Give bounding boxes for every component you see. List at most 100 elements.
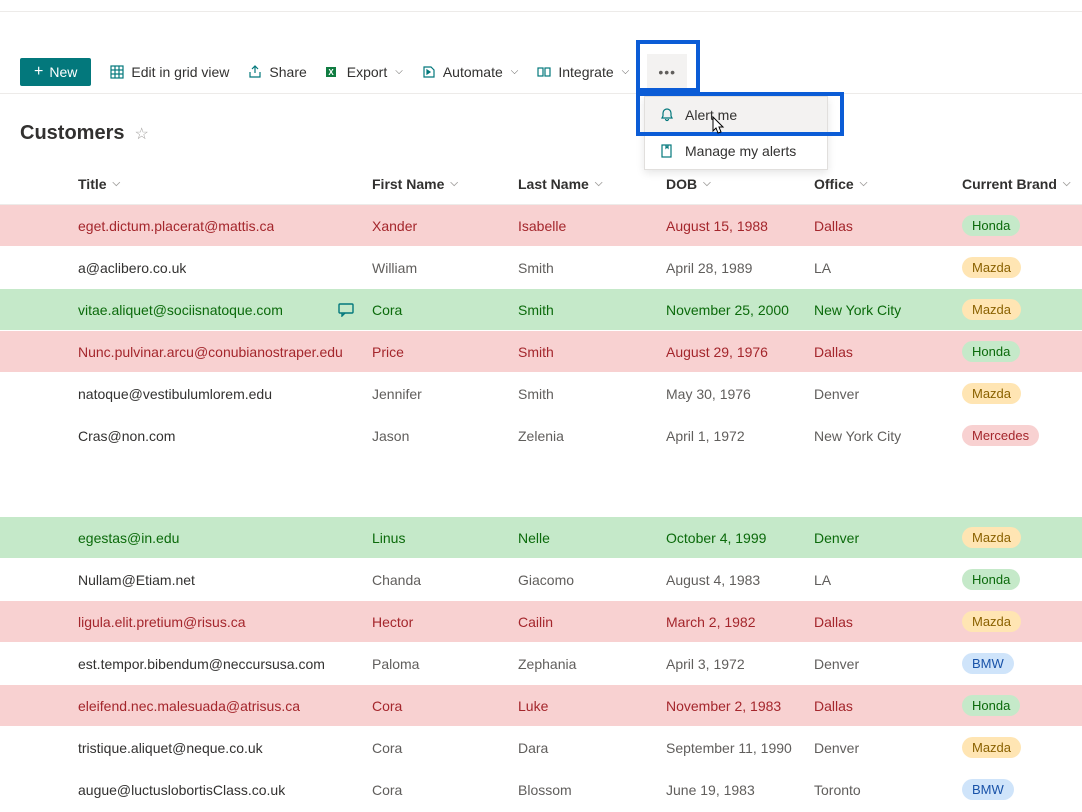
table-row[interactable]: est.tempor.bibendum@neccursusa.com Paloma… <box>0 643 1082 685</box>
cell-brand: Honda <box>962 341 1082 362</box>
export-button[interactable]: X Export ⌵ <box>325 64 403 80</box>
more-actions-dropdown: Alert me Manage my alerts <box>644 96 828 170</box>
table-row[interactable]: natoque@vestibulumlorem.eduJenniferSmith… <box>0 373 1082 415</box>
favorite-star-icon[interactable]: ☆ <box>134 124 148 144</box>
table-header: Title⌵ First Name⌵ Last Name⌵ DOB⌵ Offic… <box>0 163 1082 205</box>
cell-title[interactable]: egestas@in.edu <box>78 530 179 546</box>
col-dob[interactable]: DOB⌵ <box>666 176 814 192</box>
brand-pill: Mazda <box>962 383 1021 404</box>
cell-title[interactable]: augue@luctuslobortisClass.co.uk <box>78 782 285 798</box>
cell-brand: Honda <box>962 695 1082 716</box>
col-first-name[interactable]: First Name⌵ <box>372 176 518 192</box>
share-label: Share <box>269 64 306 80</box>
manage-alerts-item[interactable]: Manage my alerts <box>645 133 827 169</box>
col-last-name[interactable]: Last Name⌵ <box>518 176 666 192</box>
table-row[interactable]: eget.dictum.placerat@mattis.caXanderIsab… <box>0 205 1082 247</box>
cell-first: Cora <box>372 698 518 714</box>
new-button[interactable]: + New <box>20 58 91 86</box>
automate-button[interactable]: Automate ⌵ <box>421 64 519 80</box>
brand-pill: Mazda <box>962 737 1021 758</box>
chevron-down-icon: ⌵ <box>703 178 711 189</box>
edit-grid-button[interactable]: Edit in grid view <box>109 64 229 80</box>
table-row[interactable]: a@aclibero.co.ukWilliamSmithApril 28, 19… <box>0 247 1082 289</box>
cell-last: Zephania <box>518 656 666 672</box>
cell-brand: Mazda <box>962 611 1082 632</box>
chevron-down-icon: ⌵ <box>860 178 868 189</box>
col-title[interactable]: Title⌵ <box>78 176 372 192</box>
cell-dob: April 28, 1989 <box>666 260 814 276</box>
command-bar: + New Edit in grid view Share X Export ⌵… <box>0 50 1082 94</box>
brand-pill: Mercedes <box>962 425 1039 446</box>
cell-title[interactable]: Cras@non.com <box>78 428 175 444</box>
integrate-button[interactable]: Integrate ⌵ <box>536 64 629 80</box>
cell-office: Denver <box>814 530 962 546</box>
table-row[interactable]: eleifend.nec.malesuada@atrisus.ca CoraLuk… <box>0 685 1082 727</box>
cell-first: Hector <box>372 614 518 630</box>
table-gap <box>0 457 1082 517</box>
cell-title[interactable]: tristique.aliquet@neque.co.uk <box>78 740 263 756</box>
cell-title[interactable]: ligula.elit.pretium@risus.ca <box>78 614 246 630</box>
cell-dob: April 3, 1972 <box>666 656 814 672</box>
cell-title[interactable]: eleifend.nec.malesuada@atrisus.ca <box>78 698 300 714</box>
cell-office: Denver <box>814 386 962 402</box>
cell-first: Jason <box>372 428 518 444</box>
cell-brand: Mazda <box>962 527 1082 548</box>
integrate-icon <box>536 64 552 80</box>
cell-last: Smith <box>518 344 666 360</box>
cell-title[interactable]: eget.dictum.placerat@mattis.ca <box>78 218 274 234</box>
cell-last: Dara <box>518 740 666 756</box>
page-header: Customers ☆ <box>0 94 1082 163</box>
cell-last: Nelle <box>518 530 666 546</box>
cell-title[interactable]: a@aclibero.co.uk <box>78 260 186 276</box>
cell-first: Paloma <box>372 656 518 672</box>
cell-office: Dallas <box>814 698 962 714</box>
cell-office: New York City <box>814 428 962 444</box>
col-office[interactable]: Office⌵ <box>814 176 962 192</box>
table-row[interactable]: Nunc.pulvinar.arcu@conubianostraper.eduP… <box>0 331 1082 373</box>
table-row[interactable]: Cras@non.com JasonZeleniaApril 1, 1972New… <box>0 415 1082 457</box>
cell-dob: April 1, 1972 <box>666 428 814 444</box>
cell-last: Zelenia <box>518 428 666 444</box>
cell-title[interactable]: Nunc.pulvinar.arcu@conubianostraper.edu <box>78 344 343 360</box>
more-actions-button[interactable]: ••• <box>647 54 687 90</box>
cell-dob: August 15, 1988 <box>666 218 814 234</box>
export-label: Export <box>347 64 387 80</box>
brand-pill: Mazda <box>962 257 1021 278</box>
cell-dob: May 30, 1976 <box>666 386 814 402</box>
cell-title[interactable]: Nullam@Etiam.net <box>78 572 195 588</box>
cell-last: Cailin <box>518 614 666 630</box>
excel-icon: X <box>325 64 341 80</box>
cell-last: Luke <box>518 698 666 714</box>
table-row[interactable]: tristique.aliquet@neque.co.ukCoraDaraSep… <box>0 727 1082 769</box>
col-brand[interactable]: Current Brand⌵ <box>962 176 1082 192</box>
table-row[interactable]: ligula.elit.pretium@risus.ca HectorCailin… <box>0 601 1082 643</box>
table-row[interactable]: Nullam@Etiam.netChandaGiacomoAugust 4, 1… <box>0 559 1082 601</box>
edit-grid-label: Edit in grid view <box>131 64 229 80</box>
cell-brand: BMW <box>962 653 1082 674</box>
chevron-down-icon: ⌵ <box>622 66 630 77</box>
share-button[interactable]: Share <box>247 64 306 80</box>
cell-dob: June 19, 1983 <box>666 782 814 798</box>
cell-office: Denver <box>814 740 962 756</box>
cell-title[interactable]: vitae.aliquet@sociisnatoque.com <box>78 302 283 318</box>
cell-dob: October 4, 1999 <box>666 530 814 546</box>
ellipsis-icon: ••• <box>658 64 676 80</box>
brand-pill: Mazda <box>962 527 1021 548</box>
cell-title[interactable]: est.tempor.bibendum@neccursusa.com <box>78 656 325 672</box>
cell-brand: Mazda <box>962 737 1082 758</box>
brand-pill: Mazda <box>962 299 1021 320</box>
table-row[interactable]: vitae.aliquet@sociisnatoque.comCoraSmith… <box>0 289 1082 331</box>
cell-brand: Mazda <box>962 257 1082 278</box>
table-row[interactable]: augue@luctuslobortisClass.co.ukCoraBloss… <box>0 769 1082 811</box>
cell-first: Cora <box>372 302 518 318</box>
chevron-down-icon: ⌵ <box>113 178 121 189</box>
cell-office: Dallas <box>814 344 962 360</box>
alert-me-item[interactable]: Alert me <box>645 97 827 133</box>
cell-brand: Honda <box>962 569 1082 590</box>
cell-office: LA <box>814 572 962 588</box>
page-title: Customers <box>20 122 124 145</box>
integrate-label: Integrate <box>558 64 613 80</box>
comment-icon[interactable] <box>338 303 356 317</box>
cell-title[interactable]: natoque@vestibulumlorem.edu <box>78 386 272 402</box>
table-row[interactable]: egestas@in.eduLinusNelleOctober 4, 1999D… <box>0 517 1082 559</box>
